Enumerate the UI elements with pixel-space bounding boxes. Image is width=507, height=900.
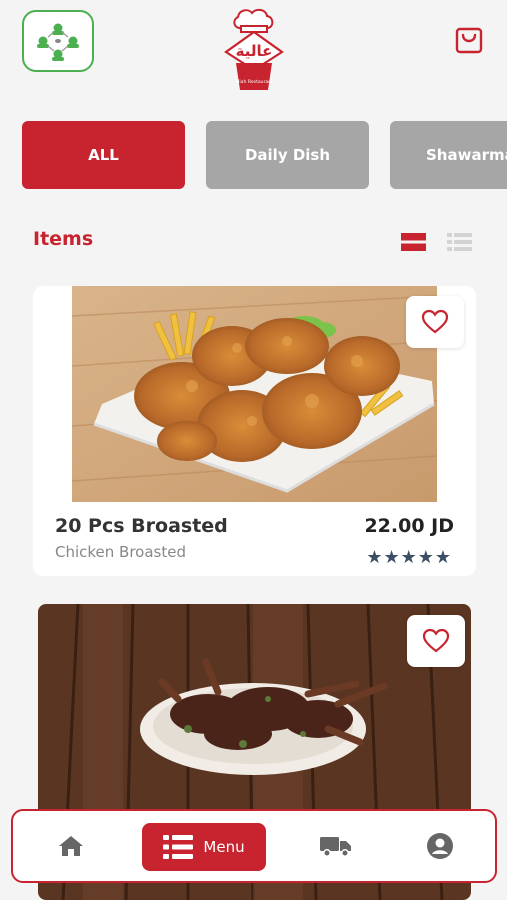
- section-title: Items: [33, 228, 94, 250]
- list-view-icon: [401, 233, 426, 251]
- grid-view-toggle[interactable]: [447, 233, 472, 251]
- user-circle-icon: [427, 833, 453, 859]
- list-icon: [163, 835, 194, 859]
- nav-delivery[interactable]: [316, 811, 356, 881]
- category-tabs: ALL Daily Dish Shawarma: [22, 121, 507, 189]
- item-card[interactable]: 20 Pcs Broasted Chicken Broasted 22.00 J…: [33, 286, 476, 576]
- item-price: 22.00 JD: [364, 515, 454, 537]
- nav-home[interactable]: [53, 811, 89, 881]
- favorite-button[interactable]: [407, 615, 465, 667]
- category-tab-daily-dish[interactable]: Daily Dish: [206, 121, 369, 189]
- heart-outline-icon: [422, 628, 450, 653]
- category-tab-label: Daily Dish: [244, 146, 331, 164]
- people-network-icon: [37, 23, 79, 61]
- nav-menu-label: Menu: [203, 838, 245, 856]
- shopping-bag-icon: [455, 27, 483, 54]
- nav-menu[interactable]: Menu: [142, 823, 266, 871]
- brand-arabic-name: عالية: [236, 42, 273, 60]
- top-bar: عالية Aliah Restaurant: [0, 0, 507, 100]
- cart-button[interactable]: [452, 22, 486, 58]
- favorite-button[interactable]: [406, 296, 464, 348]
- category-tab-all[interactable]: ALL: [22, 121, 185, 189]
- grid-view-icon: [447, 233, 472, 251]
- category-tab-label: Shawarma: [426, 146, 507, 164]
- item-rating-stars: ★★★★★: [366, 547, 452, 568]
- list-view-toggle[interactable]: [401, 233, 426, 251]
- nav-profile[interactable]: [424, 811, 456, 881]
- brand-logo: عالية Aliah Restaurant: [218, 6, 290, 94]
- heart-outline-icon: [421, 309, 449, 334]
- bottom-navigation: Menu: [11, 809, 497, 883]
- category-tab-label: ALL: [88, 146, 119, 164]
- item-photo-broasted-chicken: [72, 286, 437, 502]
- home-icon: [59, 836, 83, 856]
- app-menu-button[interactable]: [22, 10, 94, 72]
- item-category: Chicken Broasted: [55, 543, 186, 561]
- item-name: 20 Pcs Broasted: [55, 515, 228, 537]
- category-tab-shawarma[interactable]: Shawarma: [390, 121, 507, 189]
- truck-icon: [320, 837, 351, 857]
- brand-english-name: Aliah Restaurant: [235, 79, 273, 85]
